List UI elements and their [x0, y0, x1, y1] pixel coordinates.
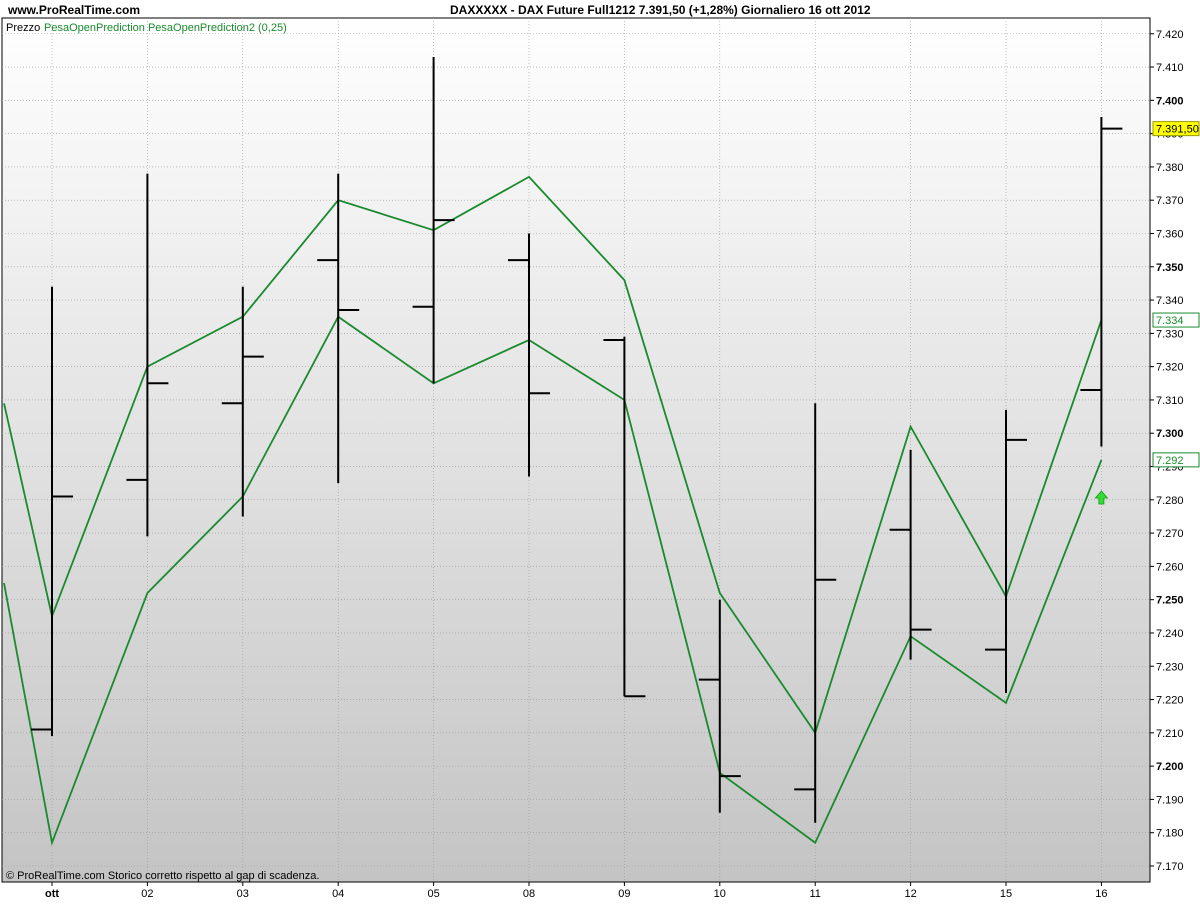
x-axis[interactable]: ott 02 03 04 05 08 09 10 11 12 15 16 — [45, 882, 1108, 900]
y-tick-label: 7.370 — [1156, 195, 1184, 207]
y-tick-label: 7.350 — [1156, 262, 1184, 274]
chart-window: www.ProRealTime.com DAXXXXX - DAX Future… — [0, 0, 1200, 900]
y-tick-label: 7.320 — [1156, 362, 1184, 374]
x-tick-label: 15 — [1000, 888, 1012, 900]
x-tick-label: 08 — [523, 888, 535, 900]
y-tick-label: 7.260 — [1156, 561, 1184, 573]
y-tick-label: 7.360 — [1156, 228, 1184, 240]
y-tick-label: 7.210 — [1156, 728, 1184, 740]
chart-title: DAXXXXX - DAX Future Full1212 7.391,50 (… — [450, 3, 871, 17]
x-tick-label: 12 — [904, 888, 916, 900]
y-tick-label: 7.310 — [1156, 395, 1184, 407]
last-price-badge-text: 7.391,50 — [1156, 124, 1199, 136]
legend-indicator-label: PesaOpenPrediction PesaOpenPrediction2 (… — [44, 22, 287, 34]
footer-note: © ProRealTime.com Storico corretto rispe… — [6, 870, 319, 882]
x-tick-label: ott — [45, 888, 59, 900]
site-label: www.ProRealTime.com — [7, 3, 140, 17]
y-tick-label: 7.420 — [1156, 29, 1184, 41]
y-tick-label: 7.410 — [1156, 62, 1184, 74]
y-tick-label: 7.240 — [1156, 628, 1184, 640]
y-tick-label: 7.380 — [1156, 162, 1184, 174]
y-tick-label: 7.230 — [1156, 661, 1184, 673]
x-tick-label: 16 — [1095, 888, 1107, 900]
y-tick-label: 7.200 — [1156, 761, 1184, 773]
y-tick-label: 7.220 — [1156, 695, 1184, 707]
y-tick-label: 7.250 — [1156, 595, 1184, 607]
upper-line-badge-text: 7.334 — [1156, 315, 1184, 327]
lower-line-badge-text: 7.292 — [1156, 455, 1184, 467]
x-tick-label: 03 — [237, 888, 249, 900]
y-tick-label: 7.300 — [1156, 428, 1184, 440]
x-tick-label: 04 — [332, 888, 344, 900]
x-tick-label: 09 — [618, 888, 630, 900]
x-tick-label: 05 — [427, 888, 439, 900]
x-tick-label: 10 — [714, 888, 726, 900]
x-tick-label: 02 — [141, 888, 153, 900]
y-tick-label: 7.340 — [1156, 295, 1184, 307]
y-tick-label: 7.180 — [1156, 828, 1184, 840]
legend-price-label: Prezzo — [6, 22, 40, 34]
y-tick-label: 7.280 — [1156, 495, 1184, 507]
plot-area[interactable] — [1, 17, 1151, 883]
y-tick-label: 7.330 — [1156, 328, 1184, 340]
y-tick-label: 7.270 — [1156, 528, 1184, 540]
y-axis[interactable]: 7.170 7.180 7.190 7.200 7.210 7.220 7.230 7.240… — [1150, 29, 1184, 873]
y-tick-label: 7.190 — [1156, 794, 1184, 806]
y-tick-label: 7.170 — [1156, 861, 1184, 873]
price-chart: www.ProRealTime.com DAXXXXX - DAX Future… — [0, 0, 1200, 900]
x-tick-label: 11 — [809, 888, 820, 900]
y-tick-label: 7.400 — [1156, 95, 1184, 107]
